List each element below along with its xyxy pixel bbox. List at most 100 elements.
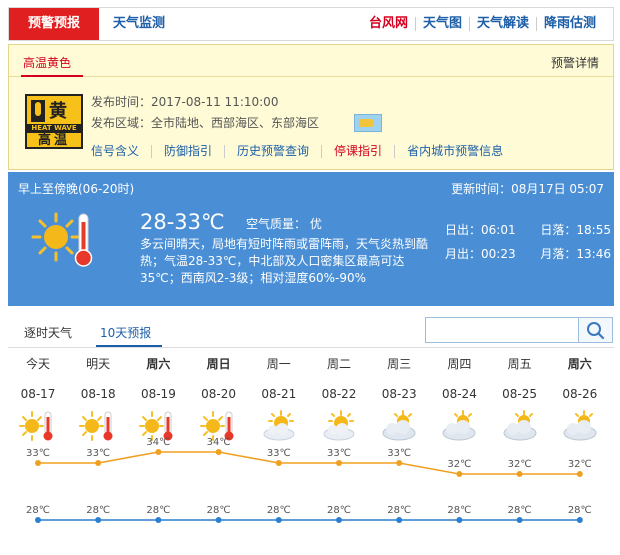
warning-tab-underline	[21, 75, 83, 77]
temp-point-high	[396, 460, 403, 466]
search-button[interactable]	[578, 318, 612, 342]
sun-cloud-icon	[259, 409, 299, 443]
link-typhoon[interactable]: 台风网	[362, 17, 415, 31]
temp-point-high	[155, 449, 162, 455]
temp-label-high: 32℃	[508, 459, 532, 470]
update-time: 更新时间：08月17日 05:07	[451, 182, 604, 196]
temp-label-high: 33℃	[387, 448, 411, 459]
moonrise: 月出：00:23	[445, 247, 516, 261]
temp-point-low	[275, 517, 282, 523]
forecast-day: 周五 08-25	[490, 354, 550, 443]
sunset: 日落：18:55	[540, 223, 611, 237]
temperature-range: 28-33℃	[140, 210, 225, 234]
temp-label-high: 33℃	[26, 448, 50, 459]
forecast-date: 08-18	[80, 387, 116, 401]
forecast-date: 08-17	[20, 387, 56, 401]
map-icon[interactable]	[354, 114, 382, 132]
temp-point-high	[456, 471, 463, 477]
ten-day-forecast: 今天 08-17 明天 08-18 周六 08-19 周日 08-20 周一 08-21 周二 08-…	[8, 354, 614, 544]
cloud-sun-icon	[439, 409, 479, 443]
temp-point-low	[215, 517, 222, 523]
temp-point-low	[95, 517, 102, 523]
tab-10day[interactable]: 10天预报	[100, 324, 151, 341]
cloud-sun-icon	[560, 409, 600, 443]
temp-point-low	[456, 517, 463, 523]
forecast-tabs: 逐时天气 10天预报	[8, 312, 614, 348]
temp-point-low	[155, 517, 162, 523]
forecast-date: 08-24	[441, 387, 477, 401]
forecast-date: 08-26	[562, 387, 598, 401]
forecast-day: 周六 08-26	[550, 354, 610, 443]
warning-tabrow: 高温黄色 预警详情	[9, 45, 613, 77]
hot-sun-icon	[18, 409, 58, 443]
top-links: 台风网 天气图 天气解读 降雨估测	[362, 8, 603, 40]
temp-label-low: 28℃	[86, 505, 110, 516]
warning-info: 发布时间：2017-08-11 11:10:00 发布区域：全市陆地、西部海区、…	[91, 92, 319, 134]
temp-label-low: 28℃	[267, 505, 291, 516]
forecast-weekday: 周日	[206, 357, 231, 371]
link-defense-guide[interactable]: 防御指引	[151, 145, 224, 158]
forecast-day: 周六 08-19	[128, 354, 188, 443]
warning-links: 信号含义 防御指引 历史预警查询 停课指引 省内城市预警信息	[91, 145, 515, 158]
forecast-period: 早上至傍晚(06-20时)	[18, 182, 135, 196]
temp-label-high: 33℃	[86, 448, 110, 459]
badge-cn: 高温	[37, 133, 70, 148]
forecast-weekday: 明天	[86, 357, 111, 371]
forecast-date: 08-22	[321, 387, 357, 401]
forecast-day: 周三 08-23	[369, 354, 429, 443]
badge-level: 黄	[49, 101, 67, 122]
tab-alert-forecast[interactable]: 预警预报	[9, 8, 99, 40]
link-weather-interpretation[interactable]: 天气解读	[468, 17, 536, 31]
tab-hourly[interactable]: 逐时天气	[24, 324, 72, 341]
link-class-suspension[interactable]: 停课指引	[321, 145, 394, 158]
temp-point-low	[516, 517, 523, 523]
forecast-date: 08-19	[140, 387, 176, 401]
weather-description: 多云间晴天，局地有短时阵雨或雷阵雨，天气炎热到酷热；气温28-33℃，中北部及人…	[140, 237, 429, 285]
city-search	[425, 317, 613, 343]
top-nav: 预警预报 天气监测 台风网 天气图 天气解读 降雨估测	[8, 7, 614, 41]
search-input[interactable]	[428, 320, 578, 340]
warning-level-tab[interactable]: 高温黄色	[23, 54, 71, 71]
heat-wave-badge: 黄 HEAT WAVE 高温	[25, 94, 83, 149]
thermometer-icon	[31, 100, 45, 122]
forecast-day: 周一 08-21	[249, 354, 309, 443]
forecast-day: 周日 08-20	[189, 354, 249, 443]
temp-label-low: 28℃	[568, 505, 592, 516]
current-weather-panel: 早上至傍晚(06-20时) 更新时间：08月17日 05:07 28-33℃ 空…	[8, 172, 614, 306]
temp-label-low: 28℃	[508, 505, 532, 516]
temp-label-high: 33℃	[267, 448, 291, 459]
forecast-weekday: 周六	[567, 357, 592, 371]
temp-label-low: 28℃	[146, 505, 170, 516]
temp-line-high	[38, 451, 580, 475]
link-signal-meaning[interactable]: 信号含义	[91, 145, 151, 158]
forecast-weekday: 周一	[266, 357, 291, 371]
forecast-weekday: 今天	[25, 357, 50, 371]
temp-point-high	[215, 449, 222, 455]
badge-en: HEAT WAVE	[27, 124, 81, 133]
warning-panel: 高温黄色 预警详情 黄 HEAT WAVE 高温 发布时间：2017-08-11…	[8, 44, 614, 170]
link-history-query[interactable]: 历史预警查询	[224, 145, 321, 158]
forecast-day: 周四 08-24	[429, 354, 489, 443]
forecast-day: 明天 08-18	[68, 354, 128, 443]
forecast-weekday: 周二	[326, 357, 351, 371]
forecast-date: 08-23	[381, 387, 417, 401]
tab-weather-monitor[interactable]: 天气监测	[113, 8, 165, 40]
warning-detail-link[interactable]: 预警详情	[551, 54, 599, 71]
issue-area: 发布区域：全市陆地、西部海区、东部海区	[91, 116, 320, 130]
temp-point-low	[396, 517, 403, 523]
forecast-weekday: 周六	[146, 357, 171, 371]
link-rain-estimate[interactable]: 降雨估测	[535, 17, 603, 31]
forecast-date: 08-21	[261, 387, 297, 401]
forecast-weekday: 周四	[447, 357, 472, 371]
sun-thermometer-icon	[31, 212, 93, 267]
air-quality: 空气质量： 优	[246, 217, 322, 231]
tab-10day-underline	[96, 345, 162, 347]
temp-point-low	[576, 517, 583, 523]
link-weather-map[interactable]: 天气图	[414, 17, 469, 31]
forecast-day: 周二 08-22	[309, 354, 369, 443]
temp-label-high: 32℃	[447, 459, 471, 470]
link-province-warnings[interactable]: 省内城市预警信息	[394, 145, 515, 158]
cloud-sun-icon	[379, 409, 419, 443]
sun-cloud-icon	[319, 409, 359, 443]
temp-point-high	[576, 471, 583, 477]
